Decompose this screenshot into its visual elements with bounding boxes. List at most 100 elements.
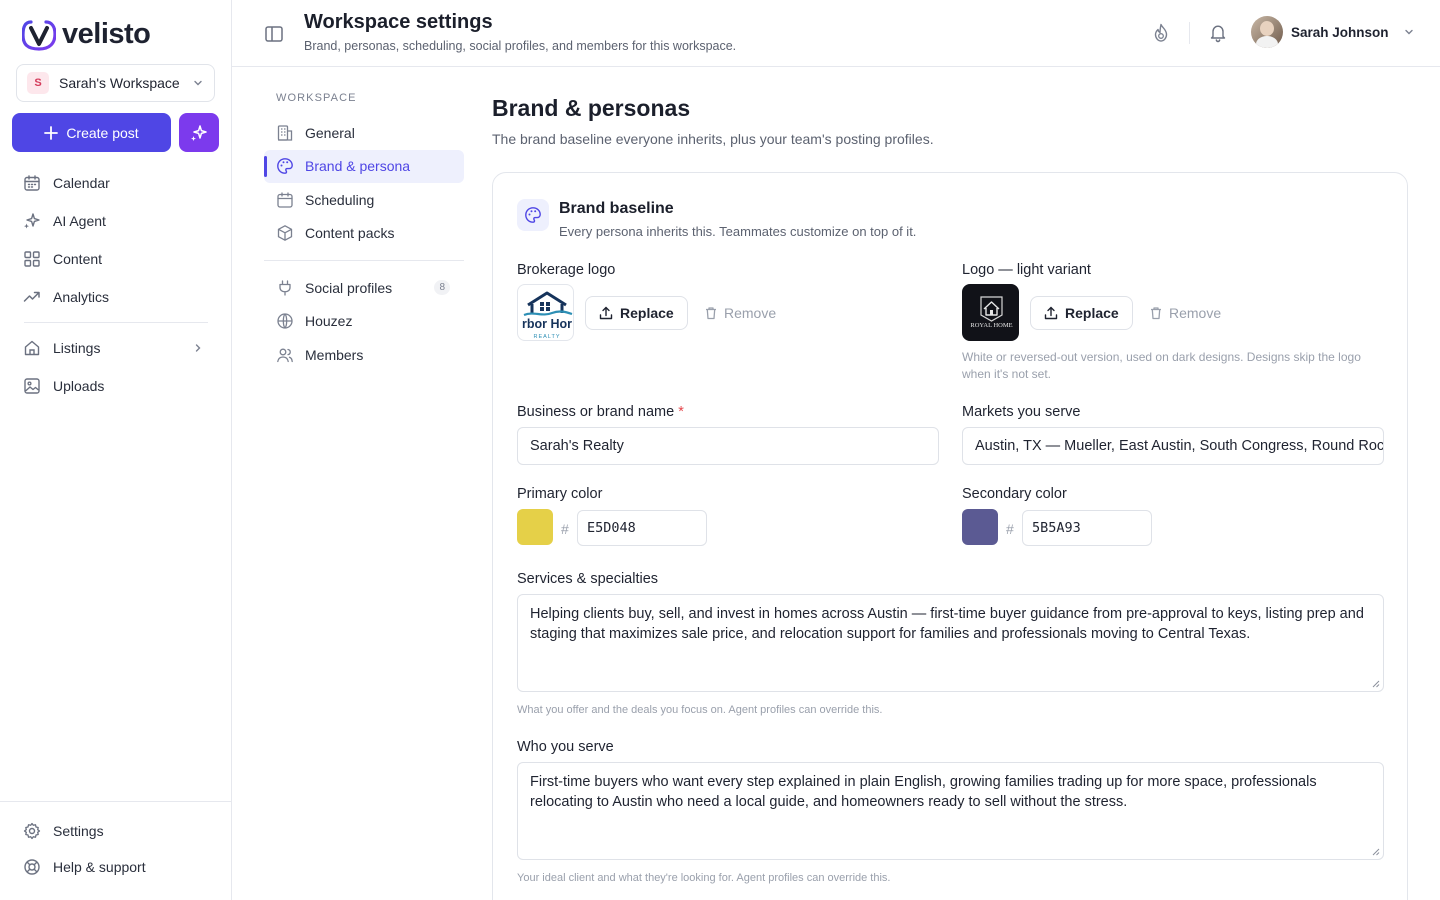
create-post-label: Create post xyxy=(66,124,139,141)
services-text: Helping clients buy, sell, and invest in… xyxy=(530,606,1364,642)
ai-generate-button[interactable] xyxy=(179,113,219,152)
who-you-serve-hint: Your ideal client and what they're looki… xyxy=(517,872,891,884)
resize-handle-icon[interactable] xyxy=(1371,679,1380,688)
calendar-icon xyxy=(24,175,40,191)
light-logo-replace-button[interactable]: Replace xyxy=(1030,296,1133,330)
remove-label: Remove xyxy=(1169,305,1222,321)
app-logo[interactable]: velisto xyxy=(22,18,151,51)
who-you-serve-label: Who you serve xyxy=(517,739,614,755)
markets-input[interactable]: Austin, TX — Mueller, East Austin, South… xyxy=(962,427,1384,465)
required-asterisk: * xyxy=(678,404,684,420)
subnav-item-scheduling[interactable]: Scheduling xyxy=(264,183,464,217)
subnav-label: Houzez xyxy=(305,313,353,330)
subnav-label: Social profiles xyxy=(305,279,393,296)
nav-label: Uploads xyxy=(53,378,105,394)
workspace-avatar: S xyxy=(27,72,49,94)
nav-item-calendar[interactable]: Calendar xyxy=(12,164,220,202)
top-header: Workspace settings Brand, personas, sche… xyxy=(232,0,1440,67)
section-subtitle: The brand baseline everyone inherits, pl… xyxy=(492,131,934,147)
card-subtitle: Every persona inherits this. Teammates c… xyxy=(559,224,917,239)
subnav-item-content-packs[interactable]: Content packs xyxy=(264,217,464,251)
subnav-label: Content packs xyxy=(305,225,395,242)
page-title: Workspace settings xyxy=(304,11,493,33)
nav-item-listings[interactable]: Listings xyxy=(12,329,220,367)
gear-icon xyxy=(23,822,41,840)
sparkles-icon xyxy=(24,213,40,229)
nav-label: Calendar xyxy=(53,175,110,191)
trend-icon xyxy=(23,291,40,302)
workspace-switcher[interactable]: S Sarah's Workspace xyxy=(16,64,215,102)
bell-icon[interactable] xyxy=(1209,23,1227,43)
subnav-item-houzez[interactable]: Houzez xyxy=(264,305,464,339)
card-title: Brand baseline xyxy=(559,200,674,217)
primary-hash-prefix: # xyxy=(561,521,569,537)
nav-item-uploads[interactable]: Uploads xyxy=(12,367,220,405)
subnav-heading: WORKSPACE xyxy=(276,92,357,104)
primary-color-swatch[interactable] xyxy=(517,509,553,545)
primary-color-label: Primary color xyxy=(517,486,603,502)
nav-item-settings[interactable]: Settings xyxy=(0,813,231,849)
header-divider xyxy=(1189,22,1190,44)
nav-item-content[interactable]: Content xyxy=(12,240,220,278)
sparkles-icon xyxy=(191,124,207,141)
palette-icon xyxy=(277,158,293,175)
flame-icon[interactable] xyxy=(1152,23,1170,43)
settings-subnav: WORKSPACE General Brand & persona Schedu… xyxy=(264,92,464,372)
services-hint: What you offer and the deals you focus o… xyxy=(517,704,883,716)
secondary-hash-prefix: # xyxy=(1006,521,1014,537)
who-you-serve-textarea[interactable]: First-time buyers who want every step ex… xyxy=(517,762,1384,860)
chevron-down-icon xyxy=(194,80,202,86)
plus-icon xyxy=(44,125,59,140)
plug-icon xyxy=(279,280,291,296)
nav-label: Content xyxy=(53,251,103,267)
user-menu[interactable]: Sarah Johnson xyxy=(1251,16,1415,48)
subnav-item-members[interactable]: Members xyxy=(264,338,464,372)
subnav-item-brand-persona[interactable]: Brand & persona xyxy=(264,149,464,183)
subnav-item-social-profiles[interactable]: Social profiles 8 xyxy=(264,271,464,305)
lifebuoy-icon xyxy=(24,859,40,875)
trash-icon xyxy=(1151,307,1161,320)
replace-label: Replace xyxy=(620,305,674,321)
subnav-label: General xyxy=(305,124,355,141)
nav-label: Settings xyxy=(53,823,104,839)
primary-color-hex-input[interactable]: E5D048 xyxy=(577,510,707,546)
section-title: Brand & personas xyxy=(492,95,691,121)
services-label: Services & specialties xyxy=(517,571,659,587)
business-name-label: Business or brand name * xyxy=(517,404,684,420)
light-logo-text: ROYAL HOME xyxy=(970,322,1012,329)
nav-item-analytics[interactable]: Analytics xyxy=(12,278,220,316)
users-icon xyxy=(277,348,293,362)
brand-baseline-card: Brand baseline Every persona inherits th… xyxy=(492,172,1408,900)
app-name: velisto xyxy=(62,18,151,50)
social-profiles-count-badge: 8 xyxy=(434,280,450,296)
replace-label: Replace xyxy=(1065,305,1119,321)
grid-icon xyxy=(24,251,40,267)
nav-item-help[interactable]: Help & support xyxy=(0,849,231,885)
light-logo-remove-button[interactable]: Remove xyxy=(1149,305,1221,321)
business-name-input[interactable]: Sarah's Realty xyxy=(517,427,939,465)
secondary-color-swatch[interactable] xyxy=(962,509,998,545)
subnav-label: Scheduling xyxy=(305,191,375,208)
palette-icon xyxy=(517,199,549,231)
light-logo-label: Logo — light variant xyxy=(962,262,1091,278)
workspace-name: Sarah's Workspace xyxy=(59,75,180,91)
nav-item-ai-agent[interactable]: AI Agent xyxy=(12,202,220,240)
chevron-right-icon xyxy=(195,344,201,352)
services-textarea[interactable]: Helping clients buy, sell, and invest in… xyxy=(517,594,1384,692)
sidebar-toggle-icon[interactable] xyxy=(264,24,284,44)
light-logo-image: ROYAL HOME xyxy=(962,284,1019,341)
resize-handle-icon[interactable] xyxy=(1371,847,1380,856)
home-icon xyxy=(24,340,40,356)
brokerage-logo-text: rbor Hor xyxy=(522,317,572,331)
secondary-color-hex-input[interactable]: 5B5A93 xyxy=(1022,510,1152,546)
subnav-item-general[interactable]: General xyxy=(264,116,464,150)
brokerage-logo-replace-button[interactable]: Replace xyxy=(585,296,688,330)
velisto-logo-icon xyxy=(22,19,56,51)
brokerage-logo-remove-button[interactable]: Remove xyxy=(704,305,776,321)
trash-icon xyxy=(706,307,716,320)
subnav-divider xyxy=(264,260,464,261)
upload-icon xyxy=(1044,306,1058,320)
image-icon xyxy=(24,378,40,394)
create-post-button[interactable]: Create post xyxy=(12,113,171,152)
user-name: Sarah Johnson xyxy=(1291,24,1389,40)
